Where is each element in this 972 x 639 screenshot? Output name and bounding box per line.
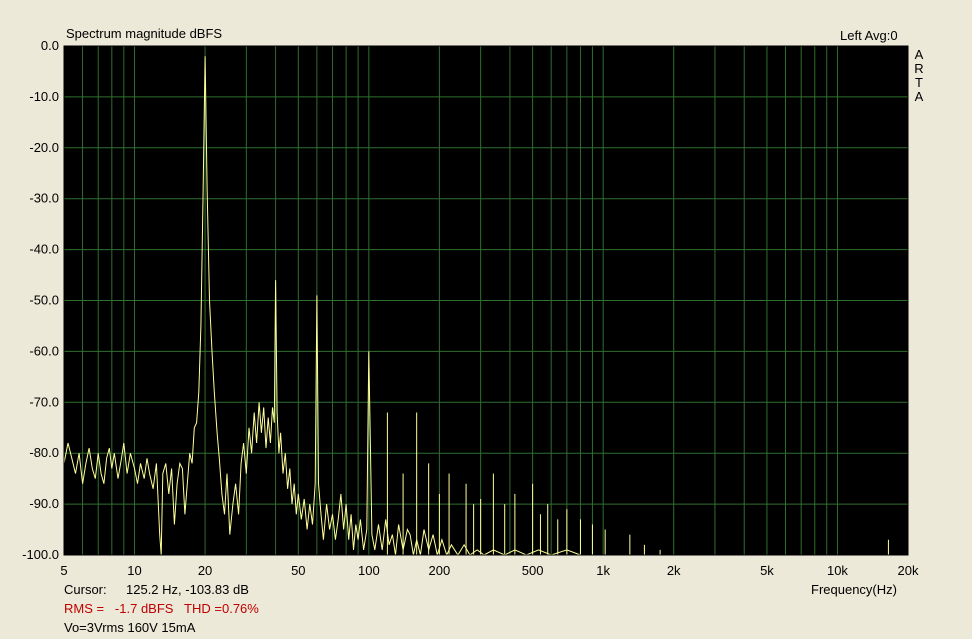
x-tick-label: 200 [429,563,451,578]
brand-letter: A [914,47,924,62]
brand-letter: A [914,89,924,104]
brand-letter: R [914,61,924,76]
y-tick-label: -90.0 [29,496,59,511]
x-tick-label: 100 [358,563,380,578]
y-tick-label: 0.0 [41,38,59,53]
measurement-note: Vo=3Vrms 160V 15mA [64,620,196,635]
x-tick-label: 10 [127,563,141,578]
y-tick-label: -40.0 [29,242,59,257]
y-tick-label: -100.0 [22,547,59,562]
x-tick-label: 20k [898,563,919,578]
y-tick-label: -70.0 [29,394,59,409]
brand-letter: T [915,75,923,90]
y-tick-label: -50.0 [29,293,59,308]
x-tick-label: 20 [198,563,212,578]
rms-thd-readout: RMS = -1.7 dBFS THD =0.76% [64,601,259,616]
x-tick-label: 2k [667,563,681,578]
y-tick-label: -60.0 [29,343,59,358]
y-tick-label: -30.0 [29,191,59,206]
x-tick-label: 5 [60,563,67,578]
spectrum-chart: 0.0 -10.0 -20.0 -30.0 -40.0 -50.0 -60.0 -70.0 -8… [22,38,919,578]
x-tick-label: 10k [827,563,848,578]
y-tick-label: -80.0 [29,445,59,460]
x-axis-label: Frequency(Hz) [811,582,897,597]
x-tick-label: 500 [522,563,544,578]
x-tick-label: 1k [596,563,610,578]
brand-letters: A R T A [913,48,925,104]
cursor-value: 125.2 Hz, -103.83 dB [126,582,249,597]
y-tick-label: -20.0 [29,140,59,155]
chart-title: Spectrum magnitude dBFS [66,26,223,41]
x-axis-tick-labels: 5 10 20 50 100 200 500 1k 2k 5k 10k 20k [60,563,919,578]
x-tick-label: 5k [760,563,774,578]
y-tick-label: -10.0 [29,89,59,104]
y-axis-tick-labels: 0.0 -10.0 -20.0 -30.0 -40.0 -50.0 -60.0 -70.0 -8… [22,38,59,562]
channel-info: Left Avg:0 [840,28,898,43]
x-tick-label: 50 [291,563,305,578]
cursor-label: Cursor: [64,582,107,597]
